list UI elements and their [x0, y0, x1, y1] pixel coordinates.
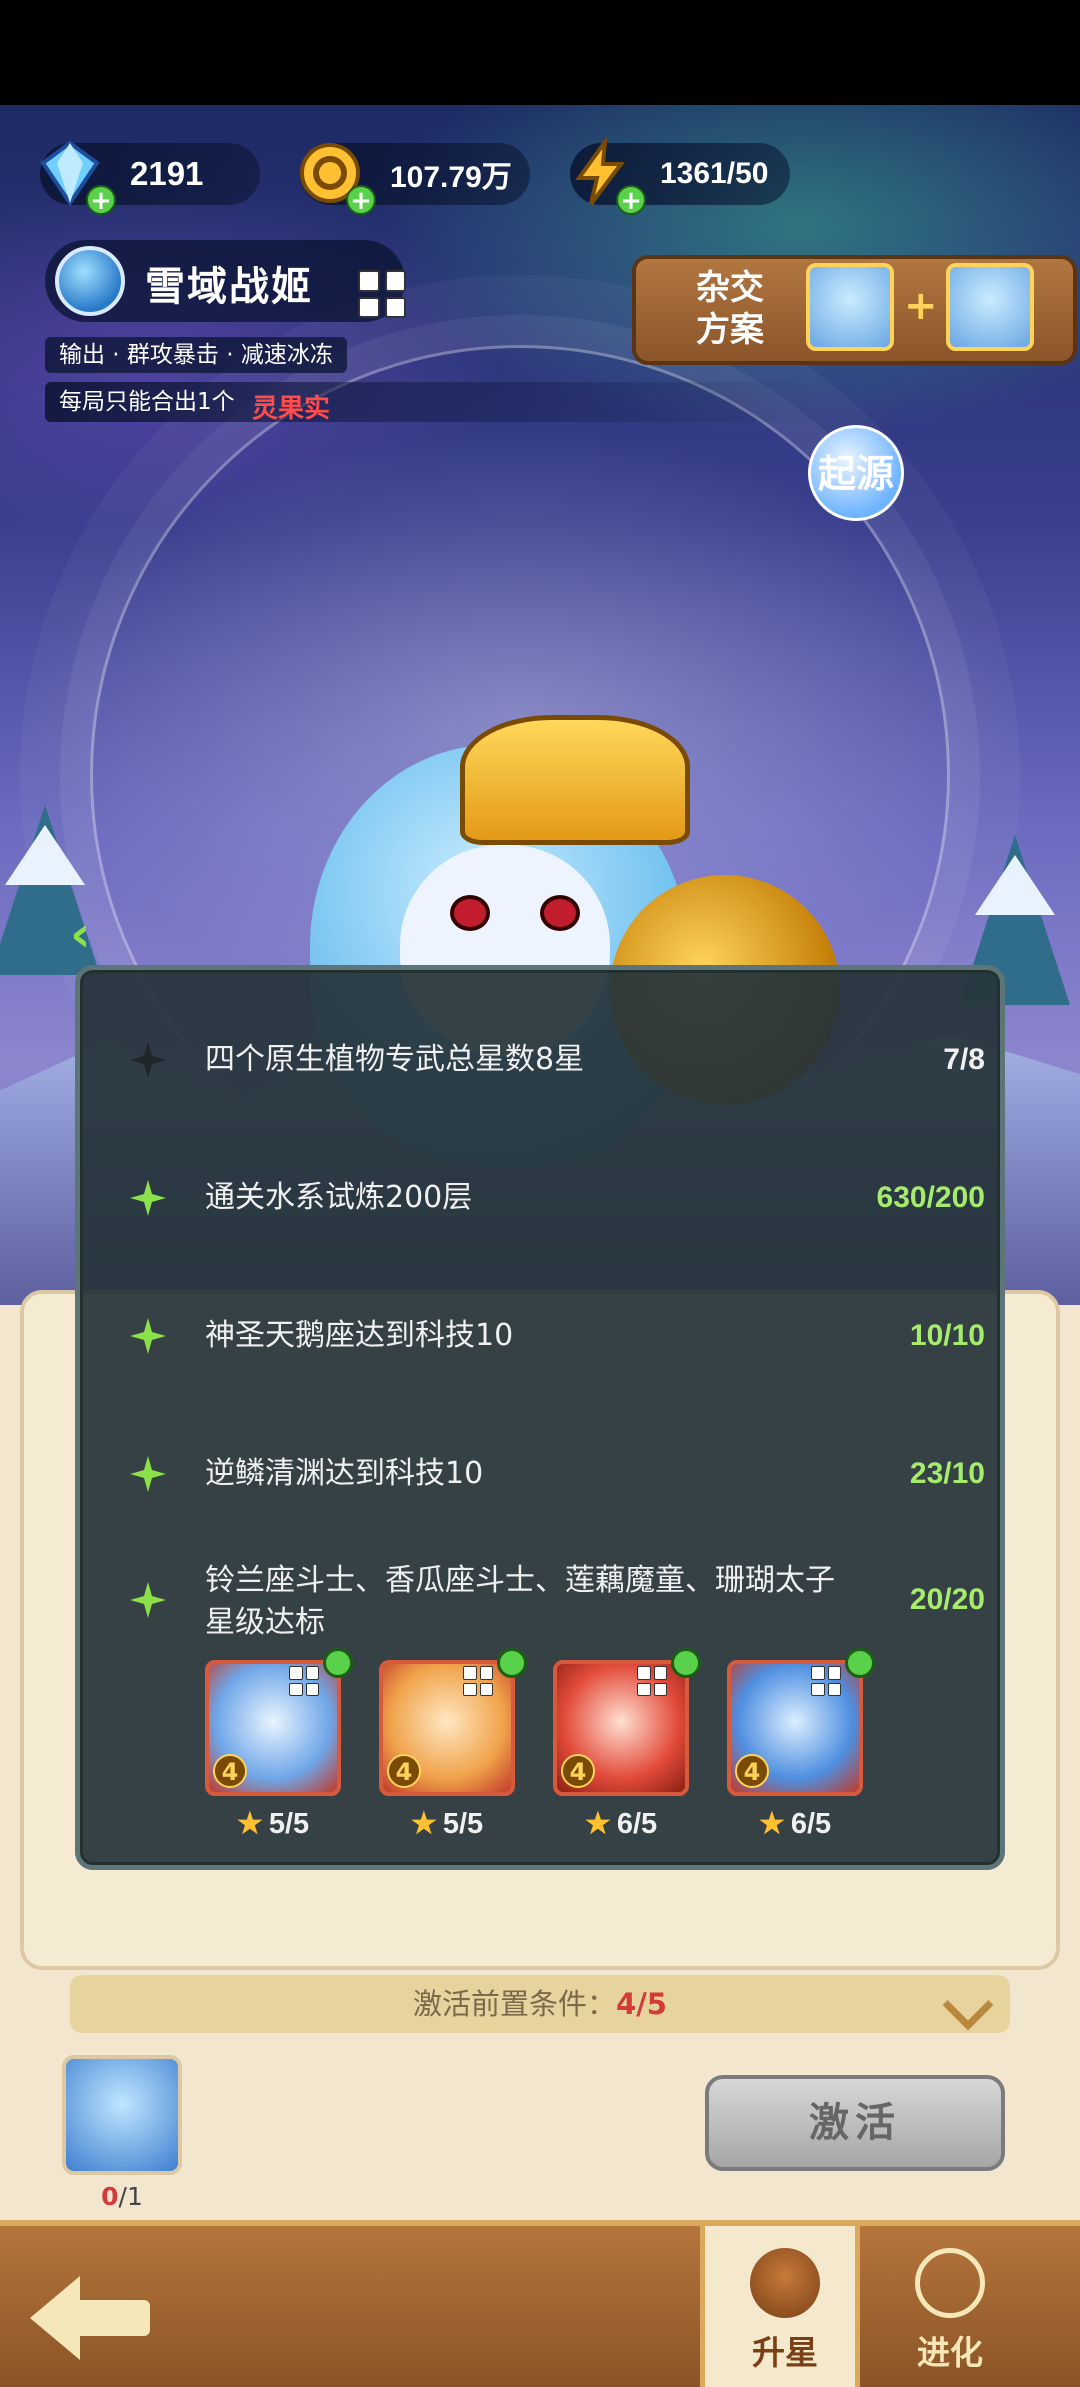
status-bar — [0, 0, 1080, 105]
hero-star-progress: ★ 5/5 — [410, 1808, 484, 1840]
hero-level-badge: 4 — [561, 1754, 595, 1788]
hero-level-badge: 4 — [735, 1754, 769, 1788]
sparkle-icon — [130, 1456, 166, 1492]
star-icon: ★ — [584, 1808, 611, 1840]
condition-progress: 23/10 — [909, 1457, 985, 1490]
hero-level-badge: 4 — [387, 1754, 421, 1788]
fragment-avatar[interactable] — [62, 2055, 182, 2175]
plus-icon: + — [904, 283, 938, 329]
grid-icon — [811, 1666, 841, 1696]
hybrid-parent-card — [806, 263, 894, 351]
add-gold-icon[interactable]: + — [346, 185, 376, 215]
activation-conditions-popup: 四个原生植物专武总星数8星 7/8 通关水系试炼200层 630/200 神圣天… — [75, 965, 1005, 1870]
character-name-plate: 雪域战姬 — [45, 240, 405, 322]
merge-limit-tip: 每局只能合出1个 — [45, 382, 825, 422]
add-energy-icon[interactable]: + — [616, 185, 646, 215]
chevron-left-icon[interactable]: ‹ — [70, 905, 114, 963]
star-icon: ★ — [410, 1808, 437, 1840]
check-icon — [845, 1648, 875, 1678]
hero-card[interactable]: 4 ★ 6/5 — [727, 1648, 875, 1841]
condition-progress: 630/200 — [876, 1181, 985, 1214]
hero-portrait: 4 — [553, 1660, 689, 1796]
prerequisite-text: 激活前置条件：4/5 — [413, 1987, 667, 2021]
hero-level-badge: 4 — [213, 1754, 247, 1788]
tab-star-up[interactable]: 升星 — [700, 2226, 860, 2387]
hybrid-parent-card — [946, 263, 1034, 351]
condition-progress: 20/20 — [909, 1583, 985, 1616]
atom-icon — [915, 2248, 985, 2318]
check-icon — [323, 1648, 353, 1678]
condition-text: 通关水系试炼200层 — [205, 1180, 473, 1215]
character-name: 雪域战姬 — [145, 264, 313, 310]
hero-portrait: 4 — [379, 1660, 515, 1796]
star-icon: ★ — [236, 1808, 263, 1840]
gold-counter[interactable]: + 107.79万 — [300, 143, 530, 215]
hybrid-label: 杂交 方案 — [696, 268, 764, 350]
check-icon — [497, 1648, 527, 1678]
tab-evolve[interactable]: 进化 — [870, 2226, 1030, 2387]
condition-text: 四个原生植物专武总星数8星 — [205, 1042, 585, 1077]
prerequisite-count: 4/5 — [616, 1987, 667, 2021]
hero-card[interactable]: 4 ★ 5/5 — [379, 1648, 527, 1841]
energy-counter[interactable]: + 1361/50 — [570, 138, 790, 215]
sprout-pot-icon — [750, 2248, 820, 2318]
hero-card[interactable]: 4 ★ 5/5 — [205, 1648, 353, 1841]
origin-button[interactable]: 起源 — [808, 425, 904, 521]
condition-text: 铃兰座斗士、香瓜座斗士、莲藕魔童、珊瑚太子星级达标 — [205, 1563, 835, 1640]
hero-portrait: 4 — [727, 1660, 863, 1796]
sparkle-icon — [130, 1318, 166, 1354]
gem-counter[interactable]: + 2191 — [40, 140, 260, 215]
condition-progress: 10/10 — [909, 1319, 985, 1352]
grid-icon — [463, 1666, 493, 1696]
sparkle-icon — [130, 1042, 166, 1078]
star-icon: ★ — [758, 1808, 785, 1840]
condition-text: 神圣天鹅座达到科技10 — [205, 1318, 514, 1353]
prerequisite-bar[interactable]: 激活前置条件：4/5 — [70, 1975, 1010, 2033]
condition-text: 逆鳞清渊达到科技10 — [205, 1456, 484, 1491]
condition-progress: 7/8 — [943, 1043, 985, 1076]
skin-grid-icon[interactable] — [358, 270, 406, 318]
bottom-navigation: 升星 进化 — [0, 2220, 1080, 2387]
fragment-count: 0/1 — [101, 2182, 143, 2211]
grid-icon — [289, 1666, 319, 1696]
back-arrow-icon — [30, 2276, 80, 2360]
add-gems-icon[interactable]: + — [86, 185, 116, 215]
back-button[interactable] — [30, 2276, 150, 2360]
hero-star-progress: ★ 6/5 — [758, 1808, 832, 1840]
tip-highlight: 灵果实 — [252, 394, 331, 424]
tip-text: 每局只能合出1个 — [59, 389, 235, 415]
hero-portrait: 4 — [205, 1660, 341, 1796]
hero-star-progress: ★ 6/5 — [584, 1808, 658, 1840]
sparkle-icon — [130, 1582, 166, 1618]
hero-star-progress: ★ 5/5 — [236, 1808, 310, 1840]
grid-icon — [637, 1666, 667, 1696]
check-icon — [671, 1648, 701, 1678]
character-tags: 输出 · 群攻暴击 · 减速冰冻 — [45, 337, 347, 373]
hero-card[interactable]: 4 ★ 6/5 — [553, 1648, 701, 1841]
activate-button[interactable]: 激活 — [705, 2075, 1005, 2171]
water-element-icon — [55, 246, 125, 316]
sparkle-icon — [130, 1180, 166, 1216]
hybrid-scheme-button[interactable]: 杂交 方案 + — [632, 255, 1077, 365]
